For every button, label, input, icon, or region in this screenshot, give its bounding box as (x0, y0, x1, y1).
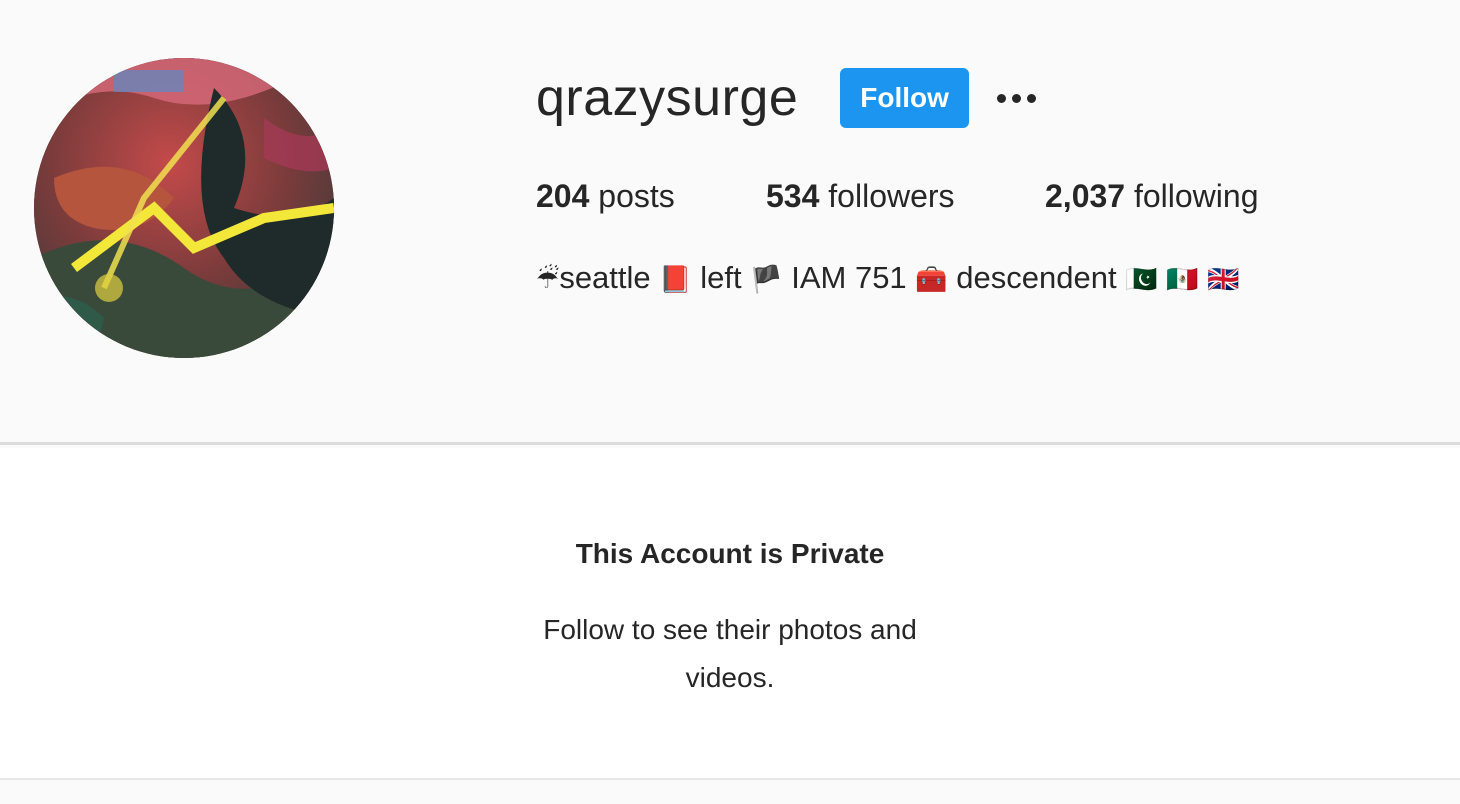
follow-button[interactable]: Follow (840, 68, 969, 128)
uk-flag-icon: 🇬🇧 (1207, 264, 1240, 294)
followers-stat[interactable]: 534 followers (766, 176, 1045, 216)
profile-title-row: qrazysurge Follow (536, 64, 1436, 132)
profile-info: qrazysurge Follow 204 posts 534 follower… (536, 64, 1436, 295)
profile-header: qrazysurge Follow 204 posts 534 follower… (0, 0, 1460, 445)
private-account-message: Follow to see their photos and videos. (543, 614, 917, 693)
followers-count: 534 (766, 178, 820, 214)
bio-text-descendent: descendent (947, 260, 1126, 295)
black-flag-icon: 🏴 (750, 264, 783, 294)
avatar-artwork-image (34, 58, 334, 358)
book-icon: 📕 (659, 264, 692, 294)
page-footer-strip (0, 780, 1460, 804)
profile-bio: ☔seattle 📕 left 🏴 IAM 751 🧰 descendent 🇵… (536, 258, 1240, 299)
followers-label: followers (819, 178, 955, 214)
posts-label: posts (589, 178, 675, 214)
bio-text-left: left (691, 260, 751, 295)
profile-avatar[interactable] (34, 58, 334, 358)
more-options-icon[interactable] (996, 78, 1036, 118)
profile-username: qrazysurge (536, 69, 799, 127)
mexico-flag-icon: 🇲🇽 (1166, 264, 1199, 294)
umbrella-icon: ☔ (536, 264, 560, 294)
more-dot (996, 93, 1006, 103)
bio-text-iam: IAM 751 (782, 260, 916, 295)
following-label: following (1125, 178, 1259, 214)
following-count: 2,037 (1045, 178, 1126, 214)
more-dot (1026, 93, 1036, 103)
profile-stats: 204 posts 534 followers 2,037 following (536, 176, 1258, 216)
posts-stat: 204 posts (536, 176, 766, 216)
more-dot (1011, 93, 1021, 103)
toolbox-icon: 🧰 (915, 264, 948, 294)
following-stat[interactable]: 2,037 following (1045, 176, 1258, 216)
private-account-notice: This Account is Private Follow to see th… (0, 448, 1460, 780)
private-account-title: This Account is Private (575, 538, 885, 569)
posts-count: 204 (536, 178, 590, 214)
pakistan-flag-icon: 🇵🇰 (1125, 264, 1158, 294)
bio-text-seattle: seattle (559, 260, 660, 295)
